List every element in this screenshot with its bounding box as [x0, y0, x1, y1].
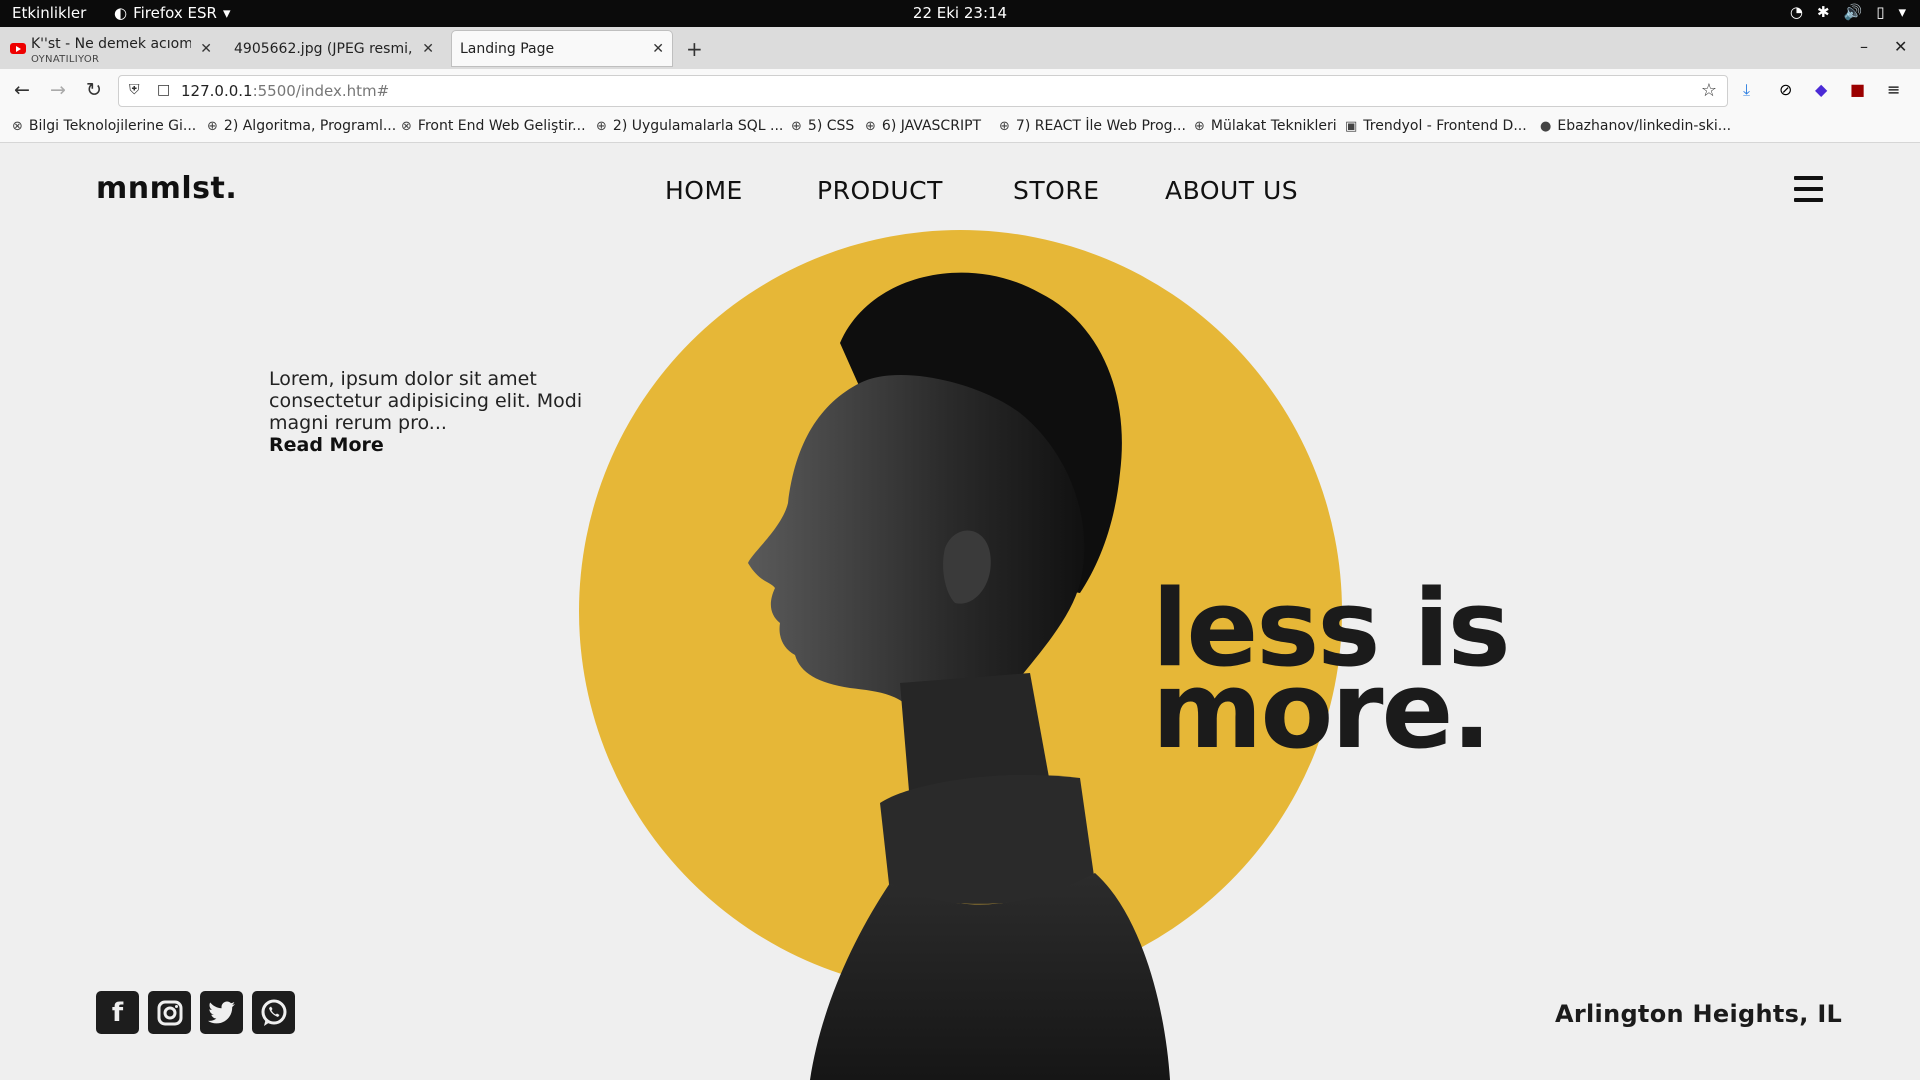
trendyol-icon: ▣ [1345, 118, 1358, 134]
ublock-icon[interactable]: ■ [1850, 80, 1865, 99]
bookmark-star-icon[interactable]: ☆ [1701, 80, 1717, 101]
globe-icon: ⊕ [791, 118, 802, 134]
downloads-icon[interactable]: ⤓ [1743, 80, 1750, 100]
page-icon[interactable]: □ [157, 82, 170, 98]
instagram-glyph [157, 1000, 182, 1025]
bookmark-item[interactable]: ● Ebazhanov/linkedin-ski... [1540, 118, 1731, 134]
youtube-icon [10, 43, 26, 54]
volume-icon: 🔊 [1843, 3, 1863, 21]
nav-about-us[interactable]: ABOUT US [1165, 176, 1298, 205]
menu-icon[interactable]: ≡ [1887, 80, 1900, 99]
twitter-glyph [207, 1001, 235, 1023]
nav-product[interactable]: PRODUCT [817, 176, 943, 205]
headline-line-2: more. [1152, 649, 1492, 772]
forward-button[interactable]: → [50, 79, 66, 101]
navigation-toolbar: ← → ↻ ⛨ □ 127.0.0.1:5500/index.htm# ☆ ⤓ … [0, 69, 1920, 113]
site-logo[interactable]: mnmlst. [96, 171, 237, 206]
location-label: Arlington Heights, IL [1555, 1000, 1843, 1028]
app-menu[interactable]: ◐ Firefox ESR ▾ [114, 4, 230, 22]
system-top-bar: Etkinlikler ◐ Firefox ESR ▾ 22 Eki 23:14… [0, 0, 1920, 27]
tab-title: 4905662.jpg (JPEG resmi, 3 [234, 40, 414, 57]
globe-icon: ⊕ [999, 118, 1010, 134]
bookmark-item[interactable]: ⊗ Front End Web Geliştir... [401, 118, 586, 134]
hamburger-menu-icon[interactable] [1794, 176, 1823, 202]
landing-page: mnmlst. HOME PRODUCT STORE ABOUT US Lore… [0, 143, 1920, 1080]
url-bar[interactable]: ⛨ □ 127.0.0.1:5500/index.htm# ☆ [118, 75, 1728, 107]
new-tab-button[interactable]: + [686, 37, 703, 61]
back-button[interactable]: ← [14, 79, 30, 101]
bookmark-icon: ⊗ [401, 118, 412, 134]
bookmarks-bar: ⊗ Bilgi Teknolojilerine Gi... ⊕ 2) Algorit… [0, 113, 1920, 143]
bookmark-item[interactable]: ⊕ 2) Uygulamalarla SQL ... [596, 118, 783, 134]
tab-playing-label: OYNATILIYOR [31, 54, 100, 65]
bookmark-item[interactable]: ⊕ 2) Algoritma, Programl... [207, 118, 396, 134]
close-icon[interactable]: ✕ [652, 41, 664, 57]
shield-icon[interactable]: ⛨ [129, 82, 140, 98]
hero-headline: less is more. [1152, 576, 1511, 772]
activities-button[interactable]: Etkinlikler [12, 4, 86, 22]
close-icon[interactable]: ✕ [200, 41, 212, 57]
tab-youtube[interactable]: K''st - Ne demek acıomu OYNATILIYOR ✕ [0, 31, 220, 66]
extension-icon[interactable]: ◆ [1815, 80, 1827, 99]
system-tray[interactable]: ◔ ✱ 🔊 ▯ ▾ [1790, 3, 1906, 21]
block-icon[interactable]: ⊘ [1779, 80, 1792, 99]
facebook-icon[interactable]: f [96, 991, 139, 1034]
whatsapp-icon[interactable] [252, 991, 295, 1034]
firefox-icon: ◐ [114, 4, 128, 22]
minimize-button[interactable]: – [1860, 37, 1868, 56]
twitter-icon[interactable] [200, 991, 243, 1034]
tab-title: K''st - Ne demek acıomu [31, 36, 191, 52]
app-menu-label: Firefox ESR [133, 4, 217, 22]
nav-store[interactable]: STORE [1013, 176, 1099, 205]
read-more-link[interactable]: Read More [269, 434, 384, 456]
globe-icon: ⊕ [207, 118, 218, 134]
intro-text: Lorem, ipsum dolor sit amet consectetur … [269, 368, 583, 434]
bluetooth-icon: ✱ [1816, 3, 1830, 21]
whatsapp-glyph [261, 999, 286, 1026]
bookmark-icon: ⊗ [12, 118, 23, 134]
nav-home[interactable]: HOME [665, 176, 743, 205]
instagram-icon[interactable] [148, 991, 191, 1034]
bookmark-item[interactable]: ⊕ Mülakat Teknikleri [1194, 118, 1337, 134]
clock[interactable]: 22 Eki 23:14 [913, 4, 1007, 22]
close-icon[interactable]: ✕ [422, 41, 434, 57]
globe-icon: ⊕ [1194, 118, 1205, 134]
tab-landing-page[interactable]: Landing Page ✕ [452, 31, 672, 66]
globe-icon: ⊕ [596, 118, 607, 134]
chevron-down-icon: ▾ [222, 4, 231, 22]
tab-jpeg[interactable]: 4905662.jpg (JPEG resmi, 3 ✕ [222, 31, 442, 66]
tab-title: Landing Page [460, 40, 555, 57]
bookmark-item[interactable]: ⊗ Bilgi Teknolojilerine Gi... [12, 118, 196, 134]
chevron-down-icon: ▾ [1898, 3, 1906, 21]
bookmark-item[interactable]: ⊕ 7) REACT İle Web Prog... [999, 118, 1186, 134]
bookmark-item[interactable]: ⊕ 5) CSS [791, 118, 854, 134]
url-text[interactable]: 127.0.0.1:5500/index.htm# [181, 82, 389, 100]
close-window-button[interactable]: ✕ [1894, 37, 1907, 56]
bookmark-item[interactable]: ⊕ 6) JAVASCRIPT [865, 118, 981, 134]
reload-button[interactable]: ↻ [86, 79, 102, 101]
wifi-icon: ◔ [1789, 3, 1803, 21]
portrait-image [748, 272, 1170, 1080]
battery-icon: ▯ [1876, 3, 1885, 21]
tab-strip: K''st - Ne demek acıomu OYNATILIYOR ✕ 49… [0, 27, 1920, 69]
bookmark-item[interactable]: ▣ Trendyol - Frontend D... [1345, 118, 1527, 134]
globe-icon: ⊕ [865, 118, 876, 134]
github-icon: ● [1540, 118, 1552, 134]
